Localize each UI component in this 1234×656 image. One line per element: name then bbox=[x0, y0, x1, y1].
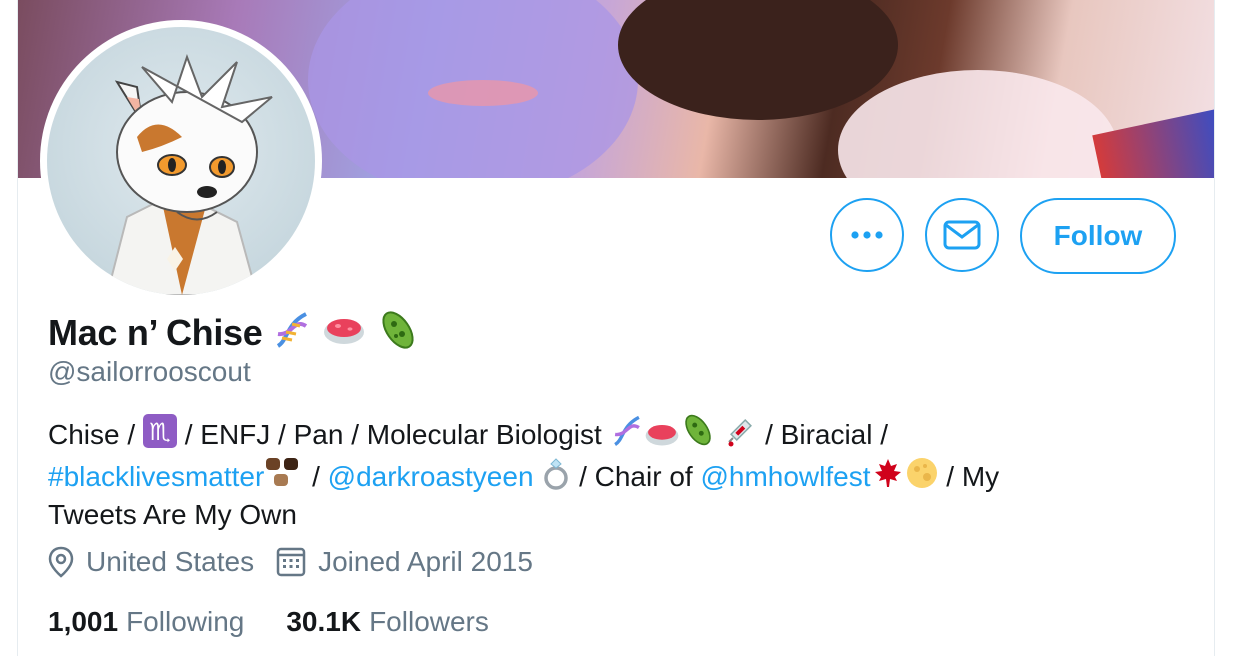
bio-text: / ENFJ / Pan / Molecular Biologist bbox=[176, 419, 610, 450]
followers-count: 30.1K bbox=[286, 606, 362, 637]
syringe-icon bbox=[728, 419, 753, 447]
ring-icon bbox=[544, 458, 569, 490]
location-pin-icon bbox=[48, 546, 74, 578]
bio-text: / Biracial / bbox=[757, 419, 889, 450]
bio-text: / Chair of bbox=[571, 461, 701, 492]
display-name-row: Mac n’ Chise bbox=[48, 308, 420, 357]
scorpio-icon: ♏ bbox=[142, 414, 177, 448]
petri-dish-icon bbox=[322, 314, 366, 351]
profile-actions: Follow bbox=[830, 198, 1176, 274]
followers-label: Followers bbox=[369, 606, 489, 637]
follow-button[interactable]: Follow bbox=[1020, 198, 1176, 274]
joined-date: Joined April 2015 bbox=[276, 546, 533, 578]
display-name: Mac n’ Chise bbox=[48, 311, 263, 353]
joined-text: Joined April 2015 bbox=[318, 546, 533, 577]
handle: @sailorrooscout bbox=[48, 356, 251, 387]
following-label: Following bbox=[126, 606, 245, 637]
location-text: United States bbox=[86, 546, 255, 577]
followers-link[interactable]: 30.1K Followers bbox=[286, 606, 489, 638]
message-button[interactable] bbox=[925, 198, 999, 272]
dna-icon bbox=[272, 310, 312, 355]
raised-fists-icon bbox=[266, 458, 299, 486]
bio: Chise / ♏ / ENFJ / Pan / Molecular Biolo… bbox=[48, 412, 1148, 534]
more-icon bbox=[851, 231, 883, 239]
microbe-icon bbox=[376, 308, 420, 357]
calendar-icon bbox=[276, 547, 306, 577]
hashtag-link[interactable]: #blacklivesmatter bbox=[48, 461, 264, 492]
svg-text:♏: ♏ bbox=[149, 418, 171, 446]
moon-icon bbox=[906, 458, 937, 488]
bio-text: / bbox=[304, 461, 328, 492]
bio-text: Chise / bbox=[48, 419, 143, 450]
profile-meta: United States Joined April 2015 bbox=[48, 546, 555, 578]
following-link[interactable]: 1,001 Following bbox=[48, 606, 244, 638]
petri-dish-icon bbox=[645, 425, 678, 446]
bio-text: Tweets Are My Own bbox=[48, 499, 297, 530]
envelope-icon bbox=[943, 220, 981, 250]
mention-link[interactable]: @darkroastyeen bbox=[328, 461, 534, 492]
dna-icon bbox=[613, 415, 640, 447]
more-button[interactable] bbox=[830, 198, 904, 272]
following-count: 1,001 bbox=[48, 606, 119, 637]
follow-counts: 1,001 Following 30.1K Followers bbox=[48, 606, 531, 638]
bio-text: / My bbox=[938, 461, 1000, 492]
location: United States bbox=[48, 546, 254, 578]
microbe-icon bbox=[684, 414, 711, 446]
maple-leaf-icon bbox=[874, 459, 901, 487]
mention-link[interactable]: @hmhowlfest bbox=[700, 461, 870, 492]
avatar[interactable] bbox=[40, 20, 322, 302]
